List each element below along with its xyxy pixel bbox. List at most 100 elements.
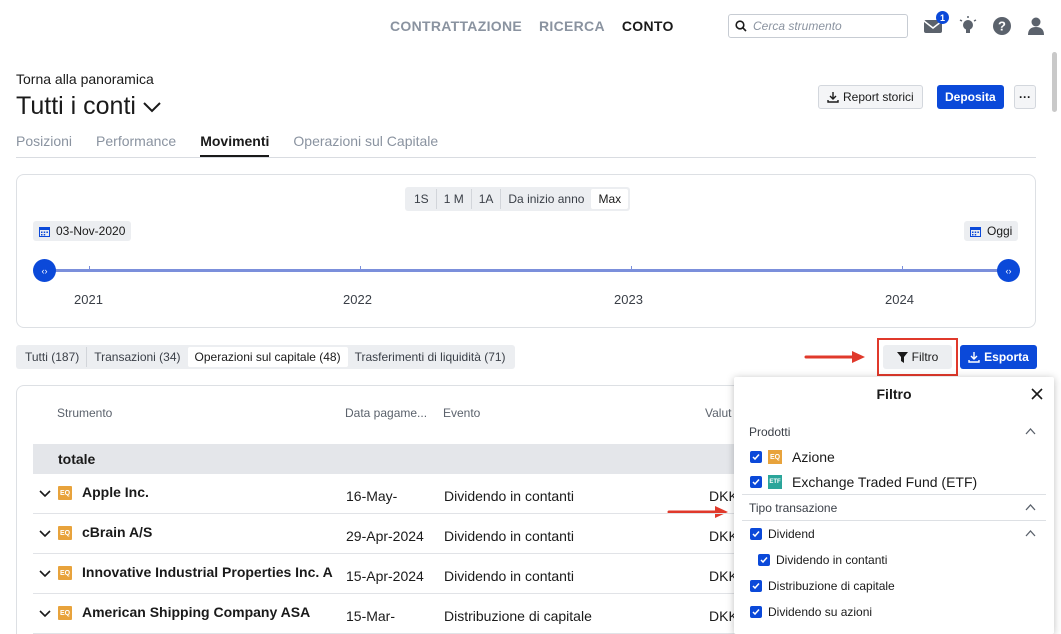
instrument-name[interactable]: Apple Inc. <box>82 484 149 500</box>
equity-icon: EQ <box>58 526 72 540</box>
event-type: Dividendo in contanti <box>444 528 574 544</box>
close-icon[interactable] <box>1031 388 1043 400</box>
filter-icon <box>896 351 908 363</box>
tab-corporate-actions[interactable]: Operazioni sul Capitale <box>293 133 438 157</box>
column-header-event[interactable]: Evento <box>443 406 480 420</box>
range-1m[interactable]: 1 M <box>435 189 471 209</box>
timeline-card: 1S 1 M 1A Da inizio anno Max 03-Nov-2020… <box>16 174 1036 328</box>
event-type: Dividendo in contanti <box>444 568 574 584</box>
year-label: 2022 <box>343 292 372 307</box>
range-1w[interactable]: 1S <box>407 189 436 209</box>
back-to-overview-link[interactable]: Torna alla panoramica <box>16 71 154 87</box>
range-ytd[interactable]: Da inizio anno <box>500 189 591 209</box>
tab-performance[interactable]: Performance <box>96 133 176 157</box>
timeline-start-handle[interactable]: ‹› <box>33 259 56 282</box>
lightbulb-icon <box>959 16 977 33</box>
chevron-down-icon[interactable] <box>39 530 51 538</box>
historical-reports-label: Report storici <box>843 90 914 104</box>
segment-corporate-actions[interactable]: Operazioni sul capitale (48) <box>187 347 348 367</box>
checkbox-equity[interactable] <box>750 451 762 463</box>
ideas-button[interactable] <box>957 15 979 37</box>
profile-button[interactable] <box>1025 15 1047 37</box>
transaction-type-section-label: Tipo transazione <box>749 501 838 515</box>
start-date-picker[interactable]: 03-Nov-2020 <box>33 221 132 241</box>
filter-button[interactable]: Filtro <box>883 345 952 369</box>
timeline-track[interactable] <box>44 269 1009 272</box>
chevron-up-icon[interactable] <box>1025 504 1036 511</box>
calendar-icon <box>39 226 50 237</box>
deposit-button[interactable]: Deposita <box>937 85 1004 109</box>
payment-date: 15-Mar- <box>346 608 396 624</box>
chevron-down-icon[interactable] <box>39 610 51 618</box>
scrollbar[interactable] <box>1052 52 1057 112</box>
help-icon: ? <box>993 17 1011 35</box>
checkbox-capital-distribution[interactable] <box>750 580 762 592</box>
account-selector[interactable]: Tutti i conti <box>16 92 162 121</box>
instrument-name[interactable]: Innovative Industrial Properties Inc. A <box>82 564 333 580</box>
svg-text:?: ? <box>998 19 1006 34</box>
export-button[interactable]: Esporta <box>960 345 1037 369</box>
divider <box>742 494 1046 495</box>
page-title: Tutti i conti <box>16 92 136 120</box>
filter-panel: Filtro Prodotti EQ Azione ETF Exchange T… <box>734 377 1054 634</box>
timeline-tick <box>360 266 361 272</box>
notification-badge: 1 <box>936 11 949 24</box>
segment-transactions[interactable]: Transazioni (34) <box>86 347 187 367</box>
checkbox-capital-distribution-label: Distribuzione di capitale <box>768 579 895 593</box>
range-1y[interactable]: 1A <box>470 189 501 209</box>
checkbox-etf[interactable] <box>750 476 762 488</box>
transaction-type-selector: Tutti (187) Transazioni (34) Operazioni … <box>16 345 515 369</box>
nav-research[interactable]: RICERCA <box>539 18 605 34</box>
export-label: Esporta <box>984 350 1029 364</box>
download-icon <box>827 92 839 103</box>
top-nav: CONTRATTAZIONE RICERCA CONTO <box>390 18 674 34</box>
checkbox-dividend[interactable] <box>750 528 762 540</box>
checkbox-cash-dividend[interactable] <box>758 554 770 566</box>
help-button[interactable]: ? <box>991 15 1013 37</box>
historical-reports-button[interactable]: Report storici <box>818 85 923 109</box>
end-date-picker[interactable]: Oggi <box>964 221 1019 241</box>
more-options-button[interactable]: ··· <box>1014 85 1036 109</box>
equity-icon: EQ <box>768 450 782 464</box>
start-date: 03-Nov-2020 <box>56 224 126 238</box>
range-selector: 1S 1 M 1A Da inizio anno Max <box>405 187 631 211</box>
search-icon <box>735 20 747 32</box>
equity-icon: EQ <box>58 486 72 500</box>
checkbox-stock-dividend[interactable] <box>750 606 762 618</box>
checkbox-dividend-label: Dividend <box>768 527 815 541</box>
chevron-down-icon <box>143 101 161 112</box>
payment-date: 29-Apr-2024 <box>346 528 424 544</box>
segment-cash-transfers[interactable]: Trasferimenti di liquidità (71) <box>348 347 513 367</box>
equity-icon: EQ <box>58 566 72 580</box>
divider <box>742 520 1046 521</box>
checkbox-stock-dividend-label: Dividendo su azioni <box>768 605 873 619</box>
column-header-currency[interactable]: Valut <box>705 406 731 420</box>
column-header-instrument[interactable]: Strumento <box>57 406 112 420</box>
chevron-down-icon[interactable] <box>39 570 51 578</box>
chevron-up-icon[interactable] <box>1025 428 1036 435</box>
end-date: Oggi <box>987 224 1013 238</box>
column-header-payment-date[interactable]: Data pagame... <box>345 406 427 420</box>
nav-account[interactable]: CONTO <box>622 18 674 34</box>
event-type: Dividendo in contanti <box>444 488 574 504</box>
messages-button[interactable]: 1 <box>922 11 949 37</box>
account-tabs: Posizioni Performance Movimenti Operazio… <box>16 133 1036 158</box>
user-icon <box>1028 17 1044 35</box>
annotation-arrow <box>804 351 865 363</box>
chevron-up-icon[interactable] <box>1025 530 1036 537</box>
chevron-down-icon[interactable] <box>39 490 51 498</box>
instrument-name[interactable]: American Shipping Company ASA <box>82 604 310 620</box>
timeline-end-handle[interactable]: ‹› <box>997 259 1020 282</box>
range-max[interactable]: Max <box>591 189 629 209</box>
year-label: 2024 <box>885 292 914 307</box>
tab-positions[interactable]: Posizioni <box>16 133 72 157</box>
instrument-name[interactable]: cBrain A/S <box>82 524 152 540</box>
nav-trading[interactable]: CONTRATTAZIONE <box>390 18 522 34</box>
tab-transactions[interactable]: Movimenti <box>200 133 270 157</box>
year-label: 2023 <box>614 292 643 307</box>
search-input[interactable]: Cerca strumento <box>728 14 908 38</box>
filter-label: Filtro <box>911 350 939 364</box>
segment-all[interactable]: Tutti (187) <box>18 347 86 367</box>
etf-icon: ETF <box>768 475 782 489</box>
products-section-label: Prodotti <box>749 425 791 439</box>
